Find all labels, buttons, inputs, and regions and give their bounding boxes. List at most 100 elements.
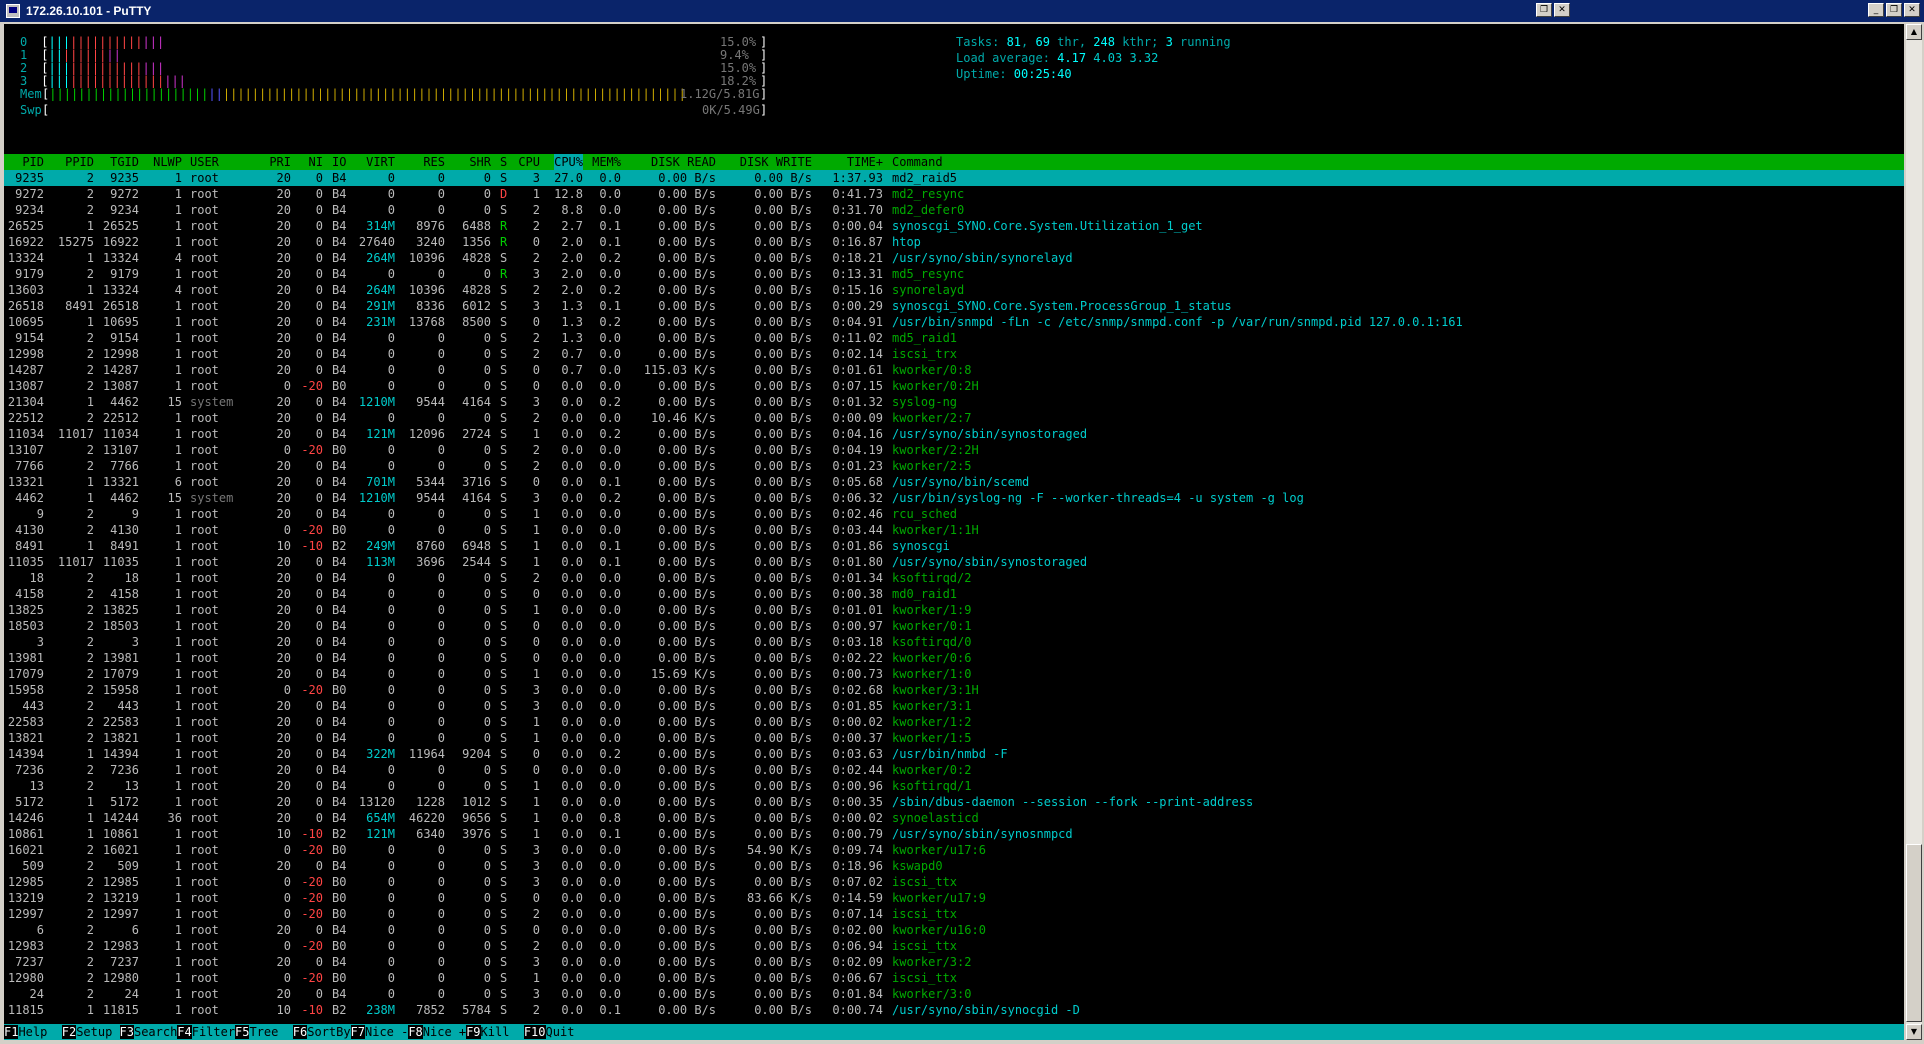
fkey-f7[interactable]: F7Nice - (350, 1024, 408, 1040)
process-row[interactable]: 15958 2 15958 1 root 0 -20 B0 0 0 0 S 3 0.0 0.0 0.00 B/… (4, 682, 1904, 698)
restore-icon[interactable]: ❐ (1536, 3, 1552, 17)
column-user[interactable]: USER (190, 154, 219, 170)
terminal[interactable]: 0 [|||||||||||||||| 15.0%] 1 [|||||||||| 9.… (4, 24, 1904, 1040)
column-shr[interactable]: SHR (469, 154, 491, 170)
column-cpu[interactable]: CPU (518, 154, 540, 170)
process-row[interactable]: 11034 11017 11034 1 root 20 0 B4 121M 12096 2724 S 1… (4, 426, 1904, 442)
process-row[interactable]: 3 2 3 1 root 20 0 B4 0 0 0 S 0 0.0 0.0 0.00 B/s 0.00 B/s… (4, 634, 1904, 650)
process-row[interactable]: 13107 2 13107 1 root 0 -20 B0 0 0 0 S 2 0.0 0.0 0.00 B/… (4, 442, 1904, 458)
process-row[interactable]: 21304 1 4462 15 system 20 0 B4 1210M 9544 4164 S 3 0.… (4, 394, 1904, 410)
column-virt[interactable]: VIRT (366, 154, 395, 170)
process-row[interactable]: 4462 1 4462 15 system 20 0 B4 1210M 9544 4164 S 3 0.0… (4, 490, 1904, 506)
process-row[interactable]: 16922 15275 16922 1 root 20 0 B4 27640 3240 1356 R 0… (4, 234, 1904, 250)
process-row[interactable]: 14246 1 14244 36 root 20 0 B4 654M 46220 9656 S 1 0.0… (4, 810, 1904, 826)
process-row[interactable]: 18503 2 18503 1 root 20 0 B4 0 0 0 S 0 0.0 0.0 0.00 B/s… (4, 618, 1904, 634)
process-row[interactable]: 14394 1 14394 1 root 20 0 B4 322M 11964 9204 S 0 0.0 0… (4, 746, 1904, 762)
cell-cpup: 2.7 (561, 219, 583, 233)
column-ppid[interactable]: PPID (65, 154, 94, 170)
column-s[interactable]: S (500, 154, 507, 170)
process-row[interactable]: 13087 2 13087 1 root 0 -20 B0 0 0 0 S 0 0.0 0.0 0.00 B/… (4, 378, 1904, 394)
process-row[interactable]: 13321 1 13321 6 root 20 0 B4 701M 5344 3716 S 0 0.0 0.… (4, 474, 1904, 490)
process-row[interactable]: 18 2 18 1 root 20 0 B4 0 0 0 S 2 0.0 0.0 0.00 B/s 0.00 B… (4, 570, 1904, 586)
process-row[interactable]: 5172 1 5172 1 root 20 0 B4 13120 1228 1012 S 1 0.0 0.0… (4, 794, 1904, 810)
process-row[interactable]: 12980 2 12980 1 root 0 -20 B0 0 0 0 S 1 0.0 0.0 0.00 B/… (4, 970, 1904, 986)
process-list[interactable]: 9235 2 9235 1 root 20 0 B4 0 0 0 S 3 27.0 0.0 0.00 B/s 0… (4, 170, 1904, 1018)
process-row[interactable]: 9179 2 9179 1 root 20 0 B4 0 0 0 R 3 2.0 0.0 0.00 B/s 0.… (4, 266, 1904, 282)
column-time[interactable]: TIME+ (847, 154, 883, 170)
column-res[interactable]: RES (423, 154, 445, 170)
process-row[interactable]: 26518 8491 26518 1 root 20 0 B4 291M 8336 6012 S 3 1.… (4, 298, 1904, 314)
column-tgid[interactable]: TGID (110, 154, 139, 170)
fkey-f9[interactable]: F9Kill (466, 1024, 524, 1040)
process-row[interactable]: 10861 1 10861 1 root 10 -10 B2 121M 6340 3976 S 1 0.0… (4, 826, 1904, 842)
maximize-icon[interactable]: ❐ (1886, 3, 1902, 17)
process-row[interactable]: 7237 2 7237 1 root 20 0 B4 0 0 0 S 3 0.0 0.0 0.00 B/s 0.… (4, 954, 1904, 970)
column-memp[interactable]: MEM% (592, 154, 621, 170)
fkey-f1[interactable]: F1Help (4, 1024, 62, 1040)
column-io[interactable]: IO (332, 154, 346, 170)
process-row[interactable]: 11815 1 11815 1 root 10 -10 B2 238M 7852 5784 S 2 0.0… (4, 1002, 1904, 1018)
process-row[interactable]: 9272 2 9272 1 root 20 0 B4 0 0 0 D 1 12.8 0.0 0.00 B/s 0… (4, 186, 1904, 202)
process-row[interactable]: 12997 2 12997 1 root 0 -20 B0 0 0 0 S 2 0.0 0.0 0.00 B/… (4, 906, 1904, 922)
process-row[interactable]: 14287 2 14287 1 root 20 0 B4 0 0 0 S 0 0.7 0.0 115.03 K… (4, 362, 1904, 378)
putty-icon[interactable] (6, 4, 20, 18)
process-row[interactable]: 26525 1 26525 1 root 20 0 B4 314M 8976 6488 R 2 2.7 0.… (4, 218, 1904, 234)
column-ni[interactable]: NI (309, 154, 323, 170)
column-dr[interactable]: DISK READ (651, 154, 716, 170)
fkey-f3[interactable]: F3Search (119, 1024, 177, 1040)
column-cpup[interactable]: CPU% (554, 154, 583, 170)
fkey-f8[interactable]: F8Nice + (408, 1024, 466, 1040)
process-row[interactable]: 16021 2 16021 1 root 0 -20 B0 0 0 0 S 3 0.0 0.0 0.00 B/… (4, 842, 1904, 858)
scroll-up-icon[interactable]: ▲ (1906, 24, 1922, 40)
scroll-down-icon[interactable]: ▼ (1906, 1024, 1922, 1040)
process-row[interactable]: 13821 2 13821 1 root 20 0 B4 0 0 0 S 1 0.0 0.0 0.00 B/s… (4, 730, 1904, 746)
column-nlwp[interactable]: NLWP (153, 154, 182, 170)
process-row[interactable]: 443 2 443 1 root 20 0 B4 0 0 0 S 3 0.0 0.0 0.00 B/s 0.00… (4, 698, 1904, 714)
process-row[interactable]: 11035 11017 11035 1 root 20 0 B4 113M 3696 2544 S 1 0… (4, 554, 1904, 570)
fkey-f4[interactable]: F4Filter (177, 1024, 235, 1040)
cell-memp: 0.1 (599, 539, 621, 553)
process-row[interactable]: 8491 1 8491 1 root 10 -10 B2 249M 8760 6948 S 1 0.0 0.… (4, 538, 1904, 554)
process-row[interactable]: 13981 2 13981 1 root 20 0 B4 0 0 0 S 0 0.0 0.0 0.00 B/s… (4, 650, 1904, 666)
scroll-thumb[interactable] (1906, 844, 1922, 1022)
fkey-f6[interactable]: F6SortBy (292, 1024, 351, 1040)
process-row[interactable]: 7236 2 7236 1 root 20 0 B4 0 0 0 S 0 0.0 0.0 0.00 B/s 0.… (4, 762, 1904, 778)
cell-nlwp: 1 (174, 987, 182, 1001)
process-row[interactable]: 4158 2 4158 1 root 20 0 B4 0 0 0 S 0 0.0 0.0 0.00 B/s 0.… (4, 586, 1904, 602)
column-header[interactable]: PID PPID TGID NLWP USER PRI NI IO VIRT RES SHR S CPU… (4, 154, 1904, 170)
process-row[interactable]: 6 2 6 1 root 20 0 B4 0 0 0 S 0 0.0 0.0 0.00 B/s 0.00 B/s… (4, 922, 1904, 938)
process-row[interactable]: 17079 2 17079 1 root 20 0 B4 0 0 0 S 1 0.0 0.0 15.69 K/… (4, 666, 1904, 682)
column-dw[interactable]: DISK WRITE (740, 154, 812, 170)
fkey-f5[interactable]: F5Tree (235, 1024, 293, 1040)
fkey-f10[interactable]: F10Quit (523, 1024, 589, 1040)
process-row[interactable]: 22512 2 22512 1 root 20 0 B4 0 0 0 S 2 0.0 0.0 10.46 K/… (4, 410, 1904, 426)
cell-s: S (500, 651, 508, 665)
process-row[interactable]: 7766 2 7766 1 root 20 0 B4 0 0 0 S 2 0.0 0.0 0.00 B/s 0.… (4, 458, 1904, 474)
process-row[interactable]: 13603 1 13324 4 root 20 0 B4 264M 10396 4828 S 2 2.0 0… (4, 282, 1904, 298)
process-row[interactable]: 4130 2 4130 1 root 0 -20 B0 0 0 0 S 1 0.0 0.0 0.00 B/s 0… (4, 522, 1904, 538)
process-row[interactable]: 13825 2 13825 1 root 20 0 B4 0 0 0 S 1 0.0 0.0 0.00 B/s… (4, 602, 1904, 618)
process-row[interactable]: 9235 2 9235 1 root 20 0 B4 0 0 0 S 3 27.0 0.0 0.00 B/s 0… (4, 170, 1904, 186)
column-pid[interactable]: PID (22, 154, 44, 170)
minimize-icon[interactable]: _ (1868, 3, 1884, 17)
process-row[interactable]: 12983 2 12983 1 root 0 -20 B0 0 0 0 S 2 0.0 0.0 0.00 B/… (4, 938, 1904, 954)
column-cmd[interactable]: Command (892, 154, 943, 170)
process-row[interactable]: 13 2 13 1 root 20 0 B4 0 0 0 S 1 0.0 0.0 0.00 B/s 0.00 B… (4, 778, 1904, 794)
title-bar[interactable]: 172.26.10.101 - PuTTY ❐ ✕ _ ❐ ✕ (0, 0, 1924, 22)
process-row[interactable]: 10695 1 10695 1 root 20 0 B4 231M 13768 8500 S 0 1.3 0… (4, 314, 1904, 330)
process-row[interactable]: 9 2 9 1 root 20 0 B4 0 0 0 S 1 0.0 0.0 0.00 B/s 0.00 B/s… (4, 506, 1904, 522)
process-row[interactable]: 24 2 24 1 root 20 0 B4 0 0 0 S 3 0.0 0.0 0.00 B/s 0.00 B… (4, 986, 1904, 1002)
close-icon[interactable]: ✕ (1554, 3, 1570, 17)
column-pri[interactable]: PRI (269, 154, 291, 170)
process-row[interactable]: 9234 2 9234 1 root 20 0 B4 0 0 0 S 2 8.8 0.0 0.00 B/s 0.… (4, 202, 1904, 218)
fkey-f2[interactable]: F2Setup (61, 1024, 120, 1040)
process-row[interactable]: 13324 1 13324 4 root 20 0 B4 264M 10396 4828 S 2 2.0 0… (4, 250, 1904, 266)
close-window-icon[interactable]: ✕ (1904, 3, 1920, 17)
process-row[interactable]: 12985 2 12985 1 root 0 -20 B0 0 0 0 S 3 0.0 0.0 0.00 B/… (4, 874, 1904, 890)
process-row[interactable]: 9154 2 9154 1 root 20 0 B4 0 0 0 S 2 1.3 0.0 0.00 B/s 0.… (4, 330, 1904, 346)
process-row[interactable]: 12998 2 12998 1 root 20 0 B4 0 0 0 S 2 0.7 0.0 0.00 B/s… (4, 346, 1904, 362)
process-row[interactable]: 509 2 509 1 root 20 0 B4 0 0 0 S 3 0.0 0.0 0.00 B/s 0.00… (4, 858, 1904, 874)
scrollbar[interactable]: ▲ ▼ (1906, 24, 1922, 1040)
process-row[interactable]: 22583 2 22583 1 root 20 0 B4 0 0 0 S 1 0.0 0.0 0.00 B/s… (4, 714, 1904, 730)
process-row[interactable]: 13219 2 13219 1 root 0 -20 B0 0 0 0 S 0 0.0 0.0 0.00 B/… (4, 890, 1904, 906)
